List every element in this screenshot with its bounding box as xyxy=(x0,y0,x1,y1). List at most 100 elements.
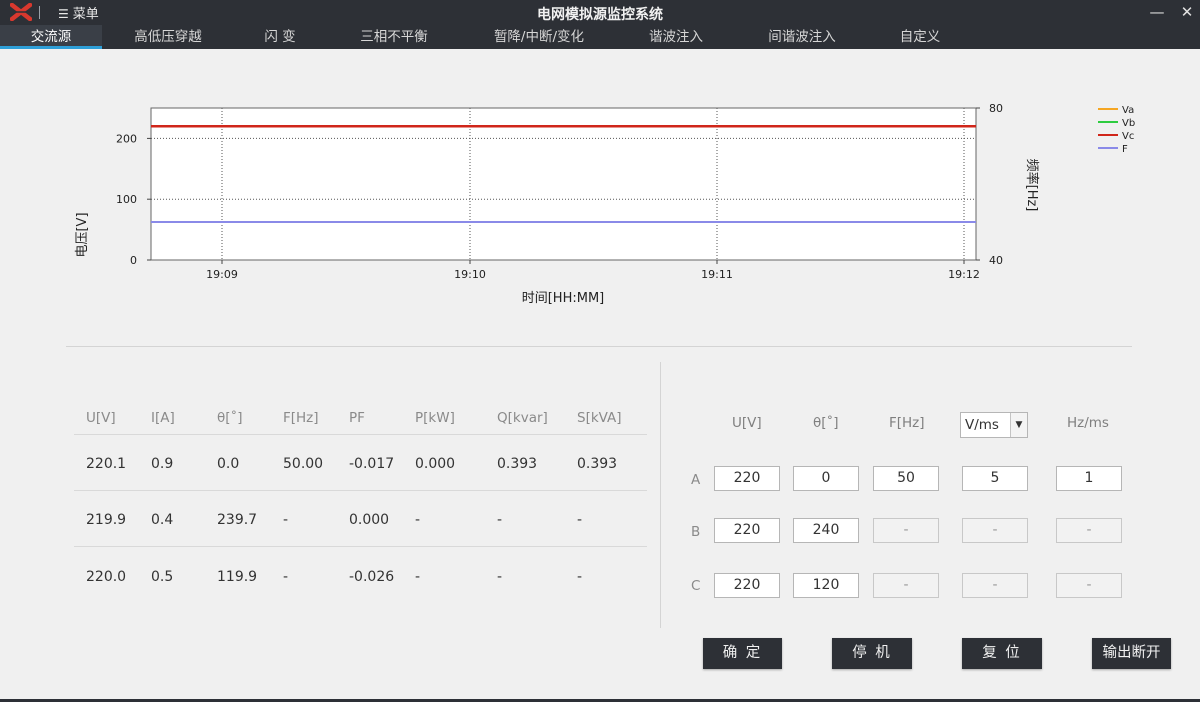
row-divider xyxy=(74,546,647,547)
tab-voltage-ride-through[interactable]: 高低压穿越 xyxy=(118,25,218,49)
cell-voltage: 219.9 xyxy=(86,512,127,528)
phase-a-frequency-input[interactable]: 50 xyxy=(873,466,939,491)
cell-reactive-power: - xyxy=(497,569,503,585)
phase-a-voltage-input[interactable]: 220 xyxy=(714,466,780,491)
tab-harmonic-injection[interactable]: 谐波注入 xyxy=(632,25,720,49)
x-axis-label: 时间[HH:MM] xyxy=(522,291,605,306)
panel-divider xyxy=(660,362,661,628)
tab-sag-interrupt[interactable]: 暂降/中断/变化 xyxy=(475,25,603,49)
cell-active-power: - xyxy=(415,569,421,585)
y-tick-label: 200 xyxy=(116,132,137,145)
phase-label-b: B xyxy=(691,524,701,540)
cell-pf: -0.017 xyxy=(349,456,395,472)
y2-axis-label: 频率[Hz] xyxy=(1024,159,1040,212)
close-button[interactable]: ✕ xyxy=(1172,0,1200,25)
tab-interharmonic-injection[interactable]: 间谐波注入 xyxy=(752,25,852,49)
ctl-header-freq-rate: Hz/ms xyxy=(1067,415,1109,431)
cell-frequency: - xyxy=(283,512,289,528)
app-logo-icon xyxy=(10,3,32,21)
x-tick-label: 19:11 xyxy=(701,268,733,281)
cell-active-power: - xyxy=(415,512,421,528)
phase-c-freq-rate-input: - xyxy=(1056,573,1122,598)
dropdown-arrow-icon: ▼ xyxy=(1010,413,1027,437)
phase-b-angle-input[interactable]: 240 xyxy=(793,518,859,543)
window-title: 电网模拟源监控系统 xyxy=(537,7,663,23)
hamburger-icon: ☰ xyxy=(58,7,69,21)
row-divider xyxy=(74,490,647,491)
col-header-voltage: U[V] xyxy=(86,410,116,426)
y2-tick-label: 40 xyxy=(989,254,1003,267)
cell-voltage: 220.0 xyxy=(86,569,127,585)
cell-current: 0.4 xyxy=(151,512,174,528)
plot-area xyxy=(151,108,976,260)
x-tick-label: 19:12 xyxy=(948,268,980,281)
phase-c-voltage-input[interactable]: 220 xyxy=(714,573,780,598)
col-header-active-power: P[kW] xyxy=(415,410,455,426)
table-header-divider xyxy=(74,434,647,435)
phase-b-frequency-input: - xyxy=(873,518,939,543)
col-header-angle: θ[˚] xyxy=(217,410,243,426)
phase-a-angle-input[interactable]: 0 xyxy=(793,466,859,491)
phase-c-voltage-rate-input: - xyxy=(962,573,1028,598)
cell-apparent-power: 0.393 xyxy=(577,456,618,472)
x-tick-label: 19:10 xyxy=(454,268,486,281)
ctl-header-voltage: U[V] xyxy=(732,415,762,431)
phase-label-c: C xyxy=(691,578,701,594)
col-header-frequency: F[Hz] xyxy=(283,410,319,426)
y-axis-label: 电压[V] xyxy=(75,212,90,257)
col-header-pf: PF xyxy=(349,410,365,426)
ctl-header-angle: θ[˚] xyxy=(813,415,839,431)
rate-unit-value: V/ms xyxy=(965,417,999,433)
cell-angle: 0.0 xyxy=(217,456,240,472)
cell-voltage: 220.1 xyxy=(86,456,127,472)
cell-active-power: 0.000 xyxy=(415,456,456,472)
cell-current: 0.5 xyxy=(151,569,174,585)
minimize-icon: — xyxy=(1149,3,1165,21)
phase-c-frequency-input: - xyxy=(873,573,939,598)
phase-b-voltage-input[interactable]: 220 xyxy=(714,518,780,543)
cell-pf: -0.026 xyxy=(349,569,395,585)
output-disconnect-button[interactable]: 输出断开 xyxy=(1092,638,1171,669)
section-divider xyxy=(66,346,1132,347)
cell-reactive-power: 0.393 xyxy=(497,456,538,472)
tab-flicker[interactable]: 闪 变 xyxy=(240,25,320,49)
title-separator xyxy=(39,6,40,19)
ctl-header-frequency: F[Hz] xyxy=(889,415,925,431)
waveform-chart: 0 100 200 40 80 19:09 19:10 19:11 19:12 电压[V] 频率… xyxy=(75,102,1135,306)
confirm-button[interactable]: 确 定 xyxy=(703,638,782,669)
y-tick-label: 0 xyxy=(130,254,137,267)
cell-apparent-power: - xyxy=(577,512,583,528)
phase-b-freq-rate-input: - xyxy=(1056,518,1122,543)
phase-a-voltage-rate-input[interactable]: 5 xyxy=(962,466,1028,491)
x-tick-label: 19:09 xyxy=(206,268,238,281)
title-bar: ☰ 菜单 电网模拟源监控系统 — ✕ xyxy=(0,0,1200,25)
legend-label-va: Va xyxy=(1122,105,1134,116)
menu-button[interactable]: ☰ 菜单 xyxy=(58,3,99,22)
stop-button[interactable]: 停 机 xyxy=(832,638,912,669)
menu-label: 菜单 xyxy=(72,7,99,22)
phase-b-voltage-rate-input: - xyxy=(962,518,1028,543)
legend-label-f: F xyxy=(1122,144,1128,155)
cell-reactive-power: - xyxy=(497,512,503,528)
minimize-button[interactable]: — xyxy=(1142,0,1172,25)
tab-bar: 交流源 高低压穿越 闪 变 三相不平衡 暂降/中断/变化 谐波注入 间谐波注入 … xyxy=(0,25,1200,49)
cell-frequency: - xyxy=(283,569,289,585)
phase-a-freq-rate-input[interactable]: 1 xyxy=(1056,466,1122,491)
chart-legend: Va Vb Vc F xyxy=(1098,105,1135,155)
tab-three-phase-unbalance[interactable]: 三相不平衡 xyxy=(344,25,444,49)
phase-label-a: A xyxy=(691,472,701,488)
col-header-apparent-power: S[kVA] xyxy=(577,410,622,426)
legend-label-vc: Vc xyxy=(1122,131,1134,142)
cell-angle: 239.7 xyxy=(217,512,258,528)
col-header-current: I[A] xyxy=(151,410,175,426)
cell-current: 0.9 xyxy=(151,456,174,472)
cell-apparent-power: - xyxy=(577,569,583,585)
col-header-reactive-power: Q[kvar] xyxy=(497,410,548,426)
phase-c-angle-input[interactable]: 120 xyxy=(793,573,859,598)
legend-label-vb: Vb xyxy=(1122,118,1135,129)
tab-ac-source[interactable]: 交流源 xyxy=(0,25,102,49)
y-tick-label: 100 xyxy=(116,193,137,206)
tab-custom[interactable]: 自定义 xyxy=(880,25,960,49)
rate-unit-select[interactable]: V/ms ▼ xyxy=(960,412,1028,438)
reset-button[interactable]: 复 位 xyxy=(962,638,1042,669)
